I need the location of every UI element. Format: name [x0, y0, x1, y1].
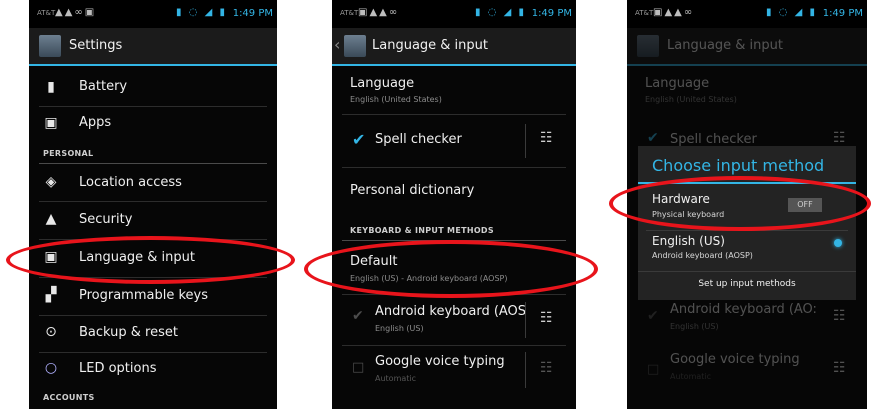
highlight-ring-language-input — [6, 236, 295, 284]
english-us-sub: Android keyboard (AOSP) — [652, 251, 753, 260]
settings-item-label: Battery — [79, 79, 128, 94]
settings-item-label: Location access — [79, 175, 182, 190]
action-bar: ‹ Language & input — [332, 28, 576, 66]
back-chevron-icon[interactable]: ‹ — [334, 35, 340, 54]
language-input-screen: AT&T ▣▲▲∞ ▮ ◌ ◢ ▮ 1:49 PM ‹ Language & i… — [332, 0, 576, 409]
set-up-input-methods-button[interactable]: Set up input methods — [638, 279, 856, 289]
backup-icon: ⊙ — [45, 324, 57, 340]
highlight-ring-default — [304, 240, 598, 298]
lock-icon: ▲ — [45, 211, 57, 227]
action-bar: Language & input — [627, 28, 867, 66]
settings-item-label: Security — [79, 212, 133, 227]
page-title: Settings — [69, 38, 123, 53]
google-voice-value: Automatic — [670, 372, 712, 381]
settings-screen: AT&T ▲▲∞▣ ▮ ◌ ◢ ▮ 1:49 PM Settings ▮ Bat… — [29, 0, 277, 409]
spell-checker-setting[interactable]: ✔ Spell checker ☷ — [332, 116, 576, 166]
action-bar: Settings — [29, 28, 277, 66]
checkbox-empty-icon[interactable]: □ — [352, 360, 364, 375]
language-value: English (United States) — [645, 95, 737, 104]
personal-dictionary-setting[interactable]: Personal dictionary — [332, 168, 576, 214]
settings-sliders-icon[interactable]: ☷ — [540, 360, 553, 376]
system-status-icons: ▮ ◌ ◢ ▮ — [766, 7, 817, 18]
notification-icons: ▲▲∞▣ — [55, 7, 97, 18]
language-label: Language — [350, 76, 415, 91]
settings-sliders-icon[interactable]: ☷ — [540, 130, 553, 146]
language-label: Language — [645, 76, 710, 91]
section-header-accounts: ACCOUNTS — [43, 393, 95, 402]
checkbox-empty-icon: □ — [647, 362, 660, 377]
led-icon: ○ — [44, 360, 58, 376]
battery-icon: ▮ — [47, 79, 55, 95]
clock: 1:49 PM — [531, 8, 572, 19]
google-voice-value: Automatic — [375, 374, 417, 383]
android-keyboard-label: Android keyboard (AO: — [670, 302, 817, 317]
checkbox-checked-icon: ✔ — [647, 308, 659, 324]
page-title: Language & input — [667, 38, 783, 53]
settings-app-icon — [637, 35, 659, 57]
status-bar: AT&T ▣▲▲∞ ▮ ◌ ◢ ▮ 1:49 PM — [627, 0, 867, 28]
checkbox-checked-icon[interactable]: ✔ — [352, 308, 364, 324]
highlight-ring-hardware — [609, 176, 871, 231]
settings-item-label: LED options — [79, 361, 157, 376]
android-keyboard-setting[interactable]: ✔ Android keyboard (AOS English (US) ☷ — [332, 296, 576, 344]
carrier-label: AT&T — [37, 9, 56, 17]
settings-item-battery[interactable]: ▮ Battery — [29, 70, 277, 106]
settings-item-label: Programmable keys — [79, 288, 209, 303]
settings-item-led-options[interactable]: ○ LED options — [29, 353, 277, 387]
keys-icon: ▞ — [45, 287, 57, 303]
spell-checker-label: Spell checker — [670, 132, 757, 147]
header-divider — [39, 163, 267, 164]
settings-item-label: Apps — [79, 115, 112, 130]
status-bar: AT&T ▲▲∞▣ ▮ ◌ ◢ ▮ 1:49 PM — [29, 0, 277, 28]
vertical-divider — [525, 302, 526, 338]
settings-item-backup-reset[interactable]: ⊙ Backup & reset — [29, 316, 277, 352]
vertical-divider — [525, 124, 526, 158]
dialog-title: Choose input method — [652, 156, 825, 175]
language-value: English (United States) — [350, 95, 442, 104]
language-setting[interactable]: Language English (United States) — [332, 70, 576, 112]
android-keyboard-label: Android keyboard (AOS — [375, 304, 527, 319]
apps-icon: ▣ — [44, 115, 58, 131]
settings-app-icon[interactable] — [344, 35, 366, 57]
android-keyboard-value: English (US) — [375, 324, 424, 333]
settings-sliders-icon: ☷ — [833, 308, 846, 324]
notification-icons: ▣▲▲∞ — [358, 7, 400, 18]
notification-icons: ▣▲▲∞ — [653, 7, 695, 18]
page-title: Language & input — [372, 38, 488, 53]
status-bar: AT&T ▣▲▲∞ ▮ ◌ ◢ ▮ 1:49 PM — [332, 0, 576, 28]
carrier-label: AT&T — [340, 9, 359, 17]
divider — [638, 271, 856, 272]
divider — [342, 114, 566, 115]
section-header-personal: PERSONAL — [43, 149, 94, 158]
google-voice-label: Google voice typing — [670, 352, 800, 367]
settings-item-location[interactable]: ◈ Location access — [29, 166, 277, 200]
carrier-label: AT&T — [635, 9, 654, 17]
location-icon: ◈ — [45, 174, 57, 190]
google-voice-setting[interactable]: □ Google voice typing Automatic ☷ — [332, 346, 576, 394]
english-us-label: English (US) — [652, 234, 725, 248]
android-keyboard-value: English (US) — [670, 322, 719, 331]
system-status-icons: ▮ ◌ ◢ ▮ — [475, 7, 526, 18]
system-status-icons: ▮ ◌ ◢ ▮ — [176, 7, 227, 18]
clock: 1:49 PM — [822, 8, 863, 19]
settings-sliders-icon: ☷ — [833, 360, 846, 376]
section-header-keyboard: KEYBOARD & INPUT METHODS — [350, 226, 494, 235]
settings-sliders-icon[interactable]: ☷ — [540, 310, 553, 326]
settings-item-apps[interactable]: ▣ Apps — [29, 107, 277, 141]
settings-item-label: Backup & reset — [79, 325, 178, 340]
google-voice-label: Google voice typing — [375, 354, 505, 369]
radio-selected-icon[interactable] — [834, 239, 842, 247]
clock: 1:49 PM — [232, 8, 273, 19]
settings-sliders-icon: ☷ — [833, 130, 846, 146]
checkbox-checked-icon: ✔ — [647, 130, 659, 146]
english-us-option[interactable]: English (US) Android keyboard (AOSP) — [638, 231, 856, 267]
checkbox-checked-icon[interactable]: ✔ — [352, 130, 365, 149]
settings-app-icon — [39, 35, 61, 57]
spell-checker-label: Spell checker — [375, 132, 462, 147]
personal-dictionary-label: Personal dictionary — [350, 183, 475, 198]
settings-item-security[interactable]: ▲ Security — [29, 202, 277, 238]
vertical-divider — [525, 352, 526, 388]
